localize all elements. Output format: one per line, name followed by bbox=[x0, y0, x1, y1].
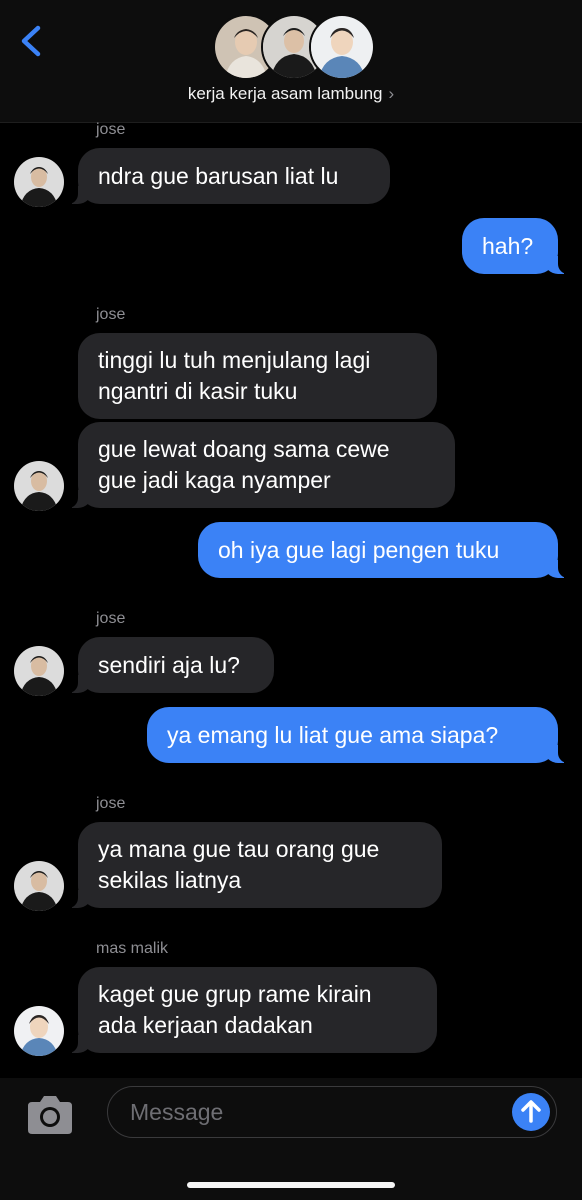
incoming-message-bubble[interactable]: gue lewat doang sama cewe gue jadi kaga … bbox=[68, 422, 455, 508]
message-text: sendiri aja lu? bbox=[98, 651, 240, 678]
avatar-jose[interactable] bbox=[14, 461, 64, 511]
camera-icon[interactable] bbox=[24, 1094, 76, 1136]
outgoing-message-bubble[interactable]: ya emang lu liat gue ama siapa? bbox=[147, 707, 568, 763]
sender-name: jose bbox=[96, 795, 126, 812]
avatar-jose[interactable] bbox=[14, 646, 64, 696]
back-chevron-icon[interactable] bbox=[14, 22, 50, 60]
message-text: ndra gue barusan liat lu bbox=[98, 162, 339, 189]
message-text: oh iya gue lagi pengen tuku bbox=[218, 536, 500, 563]
message-text: gue lewat doang sama cewe gue jadi kaga … bbox=[98, 436, 390, 493]
message-text: ya mana gue tau orang gue sekilas liatny… bbox=[98, 836, 380, 893]
group-details-chevron-icon: › bbox=[388, 84, 395, 103]
outgoing-message-bubble[interactable]: hah? bbox=[462, 218, 568, 274]
avatar-jose[interactable] bbox=[14, 157, 64, 207]
incoming-message-bubble[interactable]: kaget gue grup rame kirain ada kerjaan d… bbox=[68, 967, 437, 1053]
arrow-up-icon bbox=[521, 1100, 541, 1123]
sender-name: jose bbox=[96, 121, 126, 138]
avatar-jose[interactable] bbox=[14, 861, 64, 911]
group-avatar-3 bbox=[309, 14, 375, 80]
message-text: tinggi lu tuh menjulang lagi ngantri di … bbox=[98, 347, 371, 404]
outgoing-message-bubble[interactable]: oh iya gue lagi pengen tuku bbox=[198, 522, 568, 578]
sender-name: jose bbox=[96, 610, 126, 627]
incoming-message-bubble[interactable]: sendiri aja lu? bbox=[68, 637, 274, 693]
incoming-message-bubble[interactable]: ya mana gue tau orang gue sekilas liatny… bbox=[68, 822, 442, 908]
group-avatars[interactable] bbox=[213, 14, 375, 80]
conversation-header: kerja kerja asam lambung › bbox=[0, 0, 582, 123]
group-name-text: kerja kerja asam lambung bbox=[187, 84, 383, 103]
incoming-message-bubble[interactable]: tinggi lu tuh menjulang lagi ngantri di … bbox=[78, 333, 437, 419]
message-text: kaget gue grup rame kirain ada kerjaan d… bbox=[98, 981, 372, 1038]
group-name[interactable]: kerja kerja asam lambung › bbox=[0, 84, 582, 104]
message-input[interactable]: Message bbox=[107, 1086, 557, 1138]
avatar-mas-malik[interactable] bbox=[14, 1006, 64, 1056]
message-text: hah? bbox=[482, 232, 534, 259]
message-placeholder: Message bbox=[130, 1099, 224, 1125]
message-text: ya emang lu liat gue ama siapa? bbox=[167, 721, 499, 748]
sender-name: jose bbox=[96, 306, 126, 323]
sender-name: mas malik bbox=[96, 940, 169, 957]
incoming-message-bubble[interactable]: ndra gue barusan liat lu bbox=[68, 148, 390, 204]
send-button[interactable] bbox=[512, 1093, 550, 1131]
home-indicator[interactable] bbox=[187, 1182, 395, 1188]
